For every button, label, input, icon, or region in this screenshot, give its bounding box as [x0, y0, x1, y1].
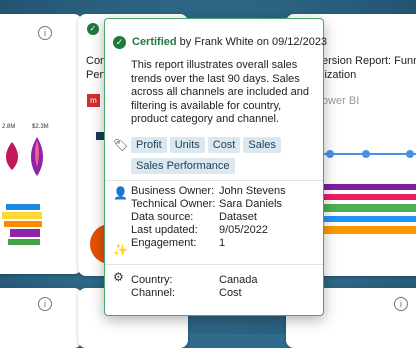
certified-check-icon: ✓ — [113, 36, 126, 49]
certified-badge-icon: ✓ — [87, 23, 99, 35]
card1-thumbnail-chart — [2, 137, 44, 245]
card3-subtitle: ower BI — [322, 95, 360, 107]
report-card-1[interactable]: i 2.8M $2.3M — [0, 14, 82, 274]
certified-by: by Frank White on 09/12/2023 — [176, 36, 328, 48]
info-icon[interactable]: i — [38, 26, 52, 40]
app-logo-icon: m — [87, 94, 100, 107]
divider — [105, 180, 323, 181]
info-icon[interactable]: i — [394, 297, 408, 311]
card3-title-line1: ersion Report: Funne — [322, 55, 416, 67]
tag-cost[interactable]: Cost — [207, 137, 241, 153]
card1-value-2: $2.3M — [32, 124, 49, 130]
card3-thumbnail-chart — [318, 150, 416, 234]
card1-value-1: 2.8M — [2, 124, 16, 130]
certified-label: Certified — [132, 36, 177, 48]
sparkle-icon: ✨ — [113, 243, 128, 257]
divider — [105, 264, 323, 265]
certification-text: Certified by Frank White on 09/12/2023 — [132, 36, 327, 48]
info-icon[interactable]: i — [38, 297, 52, 311]
tag-list: Profit Units Cost Sales Sales Performance — [131, 137, 321, 179]
certification-popup: ✓ Certified by Frank White on 09/12/2023… — [104, 18, 327, 316]
tag-sales[interactable]: Sales — [243, 137, 281, 153]
person-icon: 👤 — [113, 186, 128, 200]
card3-title-line2: lization — [322, 69, 357, 81]
report-description: This report illustrates overall sales tr… — [131, 59, 309, 126]
tag-sales-performance[interactable]: Sales Performance — [131, 158, 235, 174]
filter-icon: ⚙ — [113, 270, 124, 284]
tag-units[interactable]: Units — [169, 137, 205, 153]
tag-icon: 🏷 — [113, 138, 129, 152]
tag-profit[interactable]: Profit — [131, 137, 167, 153]
card2-thumbnail — [96, 132, 104, 140]
report-card-4[interactable]: i — [0, 288, 82, 348]
